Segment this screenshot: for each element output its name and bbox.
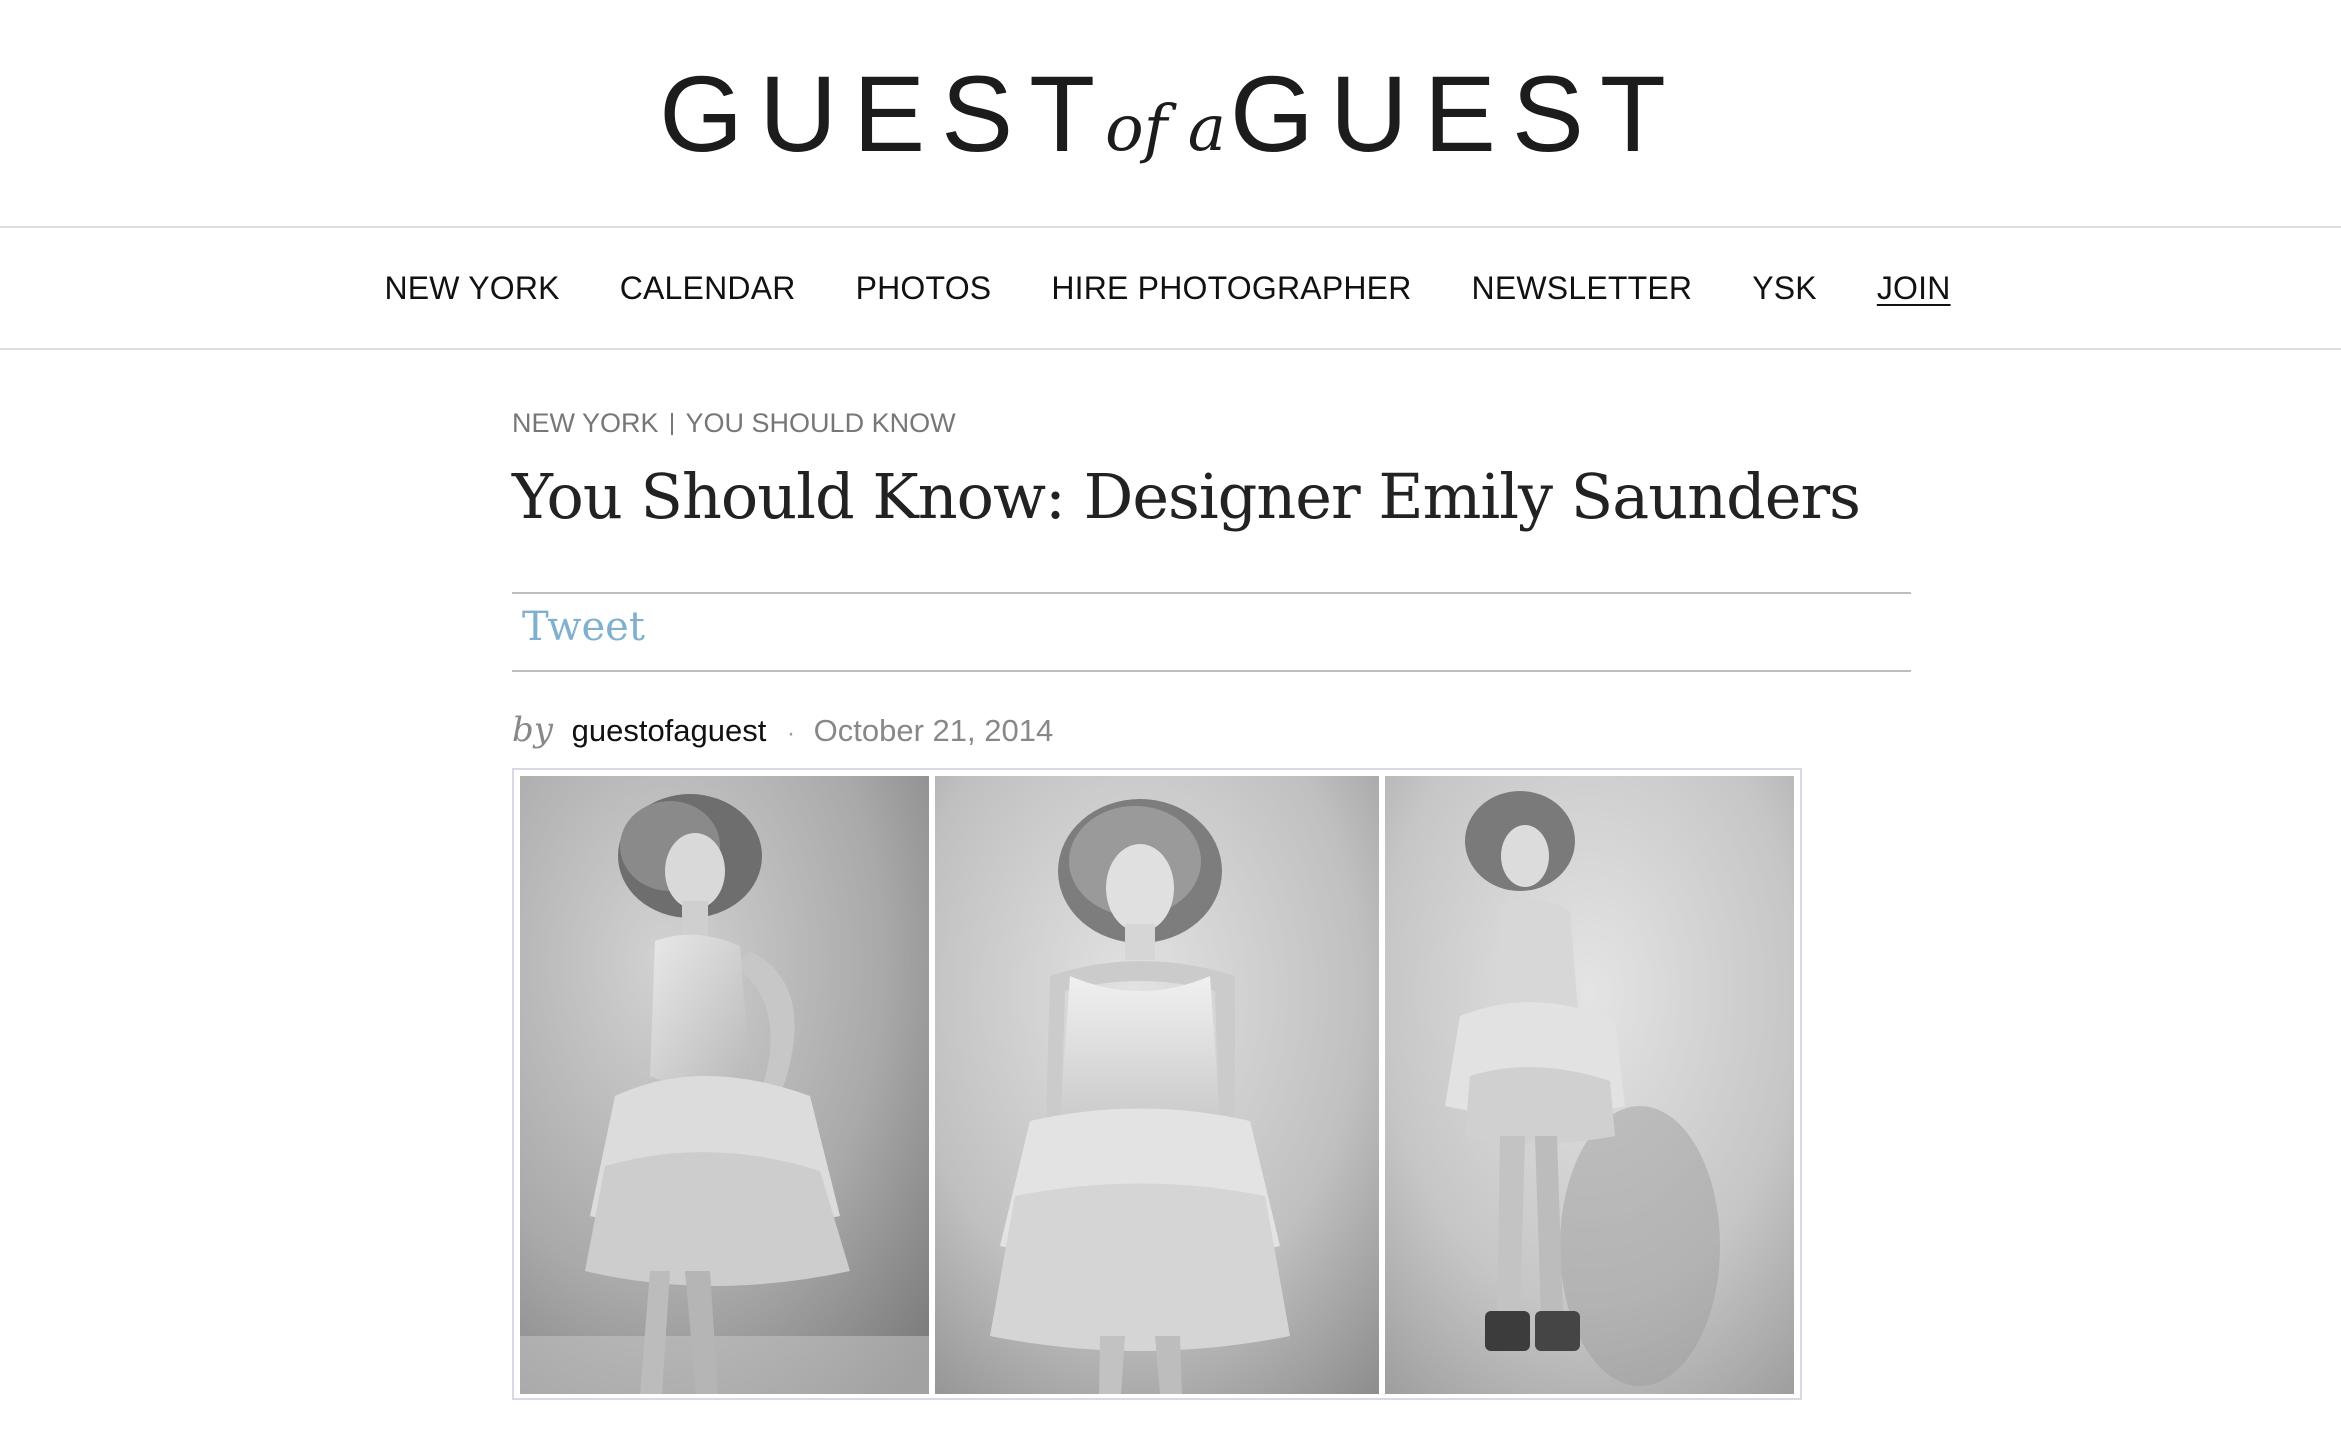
byline-date: October 21, 2014: [813, 713, 1054, 748]
byline-by: by: [512, 710, 553, 750]
nav-item-newsletter[interactable]: NEWSLETTER: [1472, 270, 1693, 306]
photo-woman-front[interactable]: [935, 776, 1379, 1394]
logo-script-middle: of a: [1105, 92, 1226, 166]
logo-word-left: GUEST: [659, 53, 1112, 174]
nav-item-new-york[interactable]: NEW YORK: [384, 270, 559, 306]
photo-woman-profile[interactable]: [520, 776, 929, 1394]
photo-woman-side[interactable]: [1385, 776, 1794, 1394]
byline-author-link[interactable]: guestofaguest: [572, 713, 767, 748]
byline: by guestofaguest · October 21, 2014: [512, 710, 1053, 750]
tweet-button[interactable]: Tweet: [522, 604, 645, 650]
main-nav: NEW YORK CALENDAR PHOTOS HIRE PHOTOGRAPH…: [0, 228, 2341, 350]
nav-list: NEW YORK CALENDAR PHOTOS HIRE PHOTOGRAPH…: [354, 270, 1980, 307]
nav-item-photos[interactable]: PHOTOS: [856, 270, 992, 306]
breadcrumb-divider: [670, 412, 673, 435]
breadcrumb: NEW YORK YOU SHOULD KNOW: [512, 408, 956, 439]
logo-word-right: GUEST: [1229, 53, 1682, 174]
nav-item-join[interactable]: JOIN: [1877, 270, 1951, 306]
share-bar: Tweet: [512, 592, 1911, 672]
photo-woman-front-graphic: [935, 776, 1379, 1394]
site-logo[interactable]: GUEST of a GUEST: [0, 0, 2341, 226]
photo-woman-profile-graphic: [520, 776, 929, 1394]
breadcrumb-city[interactable]: NEW YORK: [512, 408, 659, 439]
nav-item-ysk[interactable]: YSK: [1752, 270, 1817, 306]
site-header: GUEST of a GUEST: [0, 0, 2341, 228]
nav-item-calendar[interactable]: CALENDAR: [620, 270, 796, 306]
article-photo-triptych[interactable]: [512, 768, 1802, 1400]
photo-woman-side-graphic: [1385, 776, 1794, 1394]
nav-item-hire-photographer[interactable]: HIRE PHOTOGRAPHER: [1051, 270, 1411, 306]
byline-separator: ·: [787, 720, 795, 747]
breadcrumb-section[interactable]: YOU SHOULD KNOW: [686, 408, 956, 439]
article-title: You Should Know: Designer Emily Saunders: [512, 460, 1861, 533]
